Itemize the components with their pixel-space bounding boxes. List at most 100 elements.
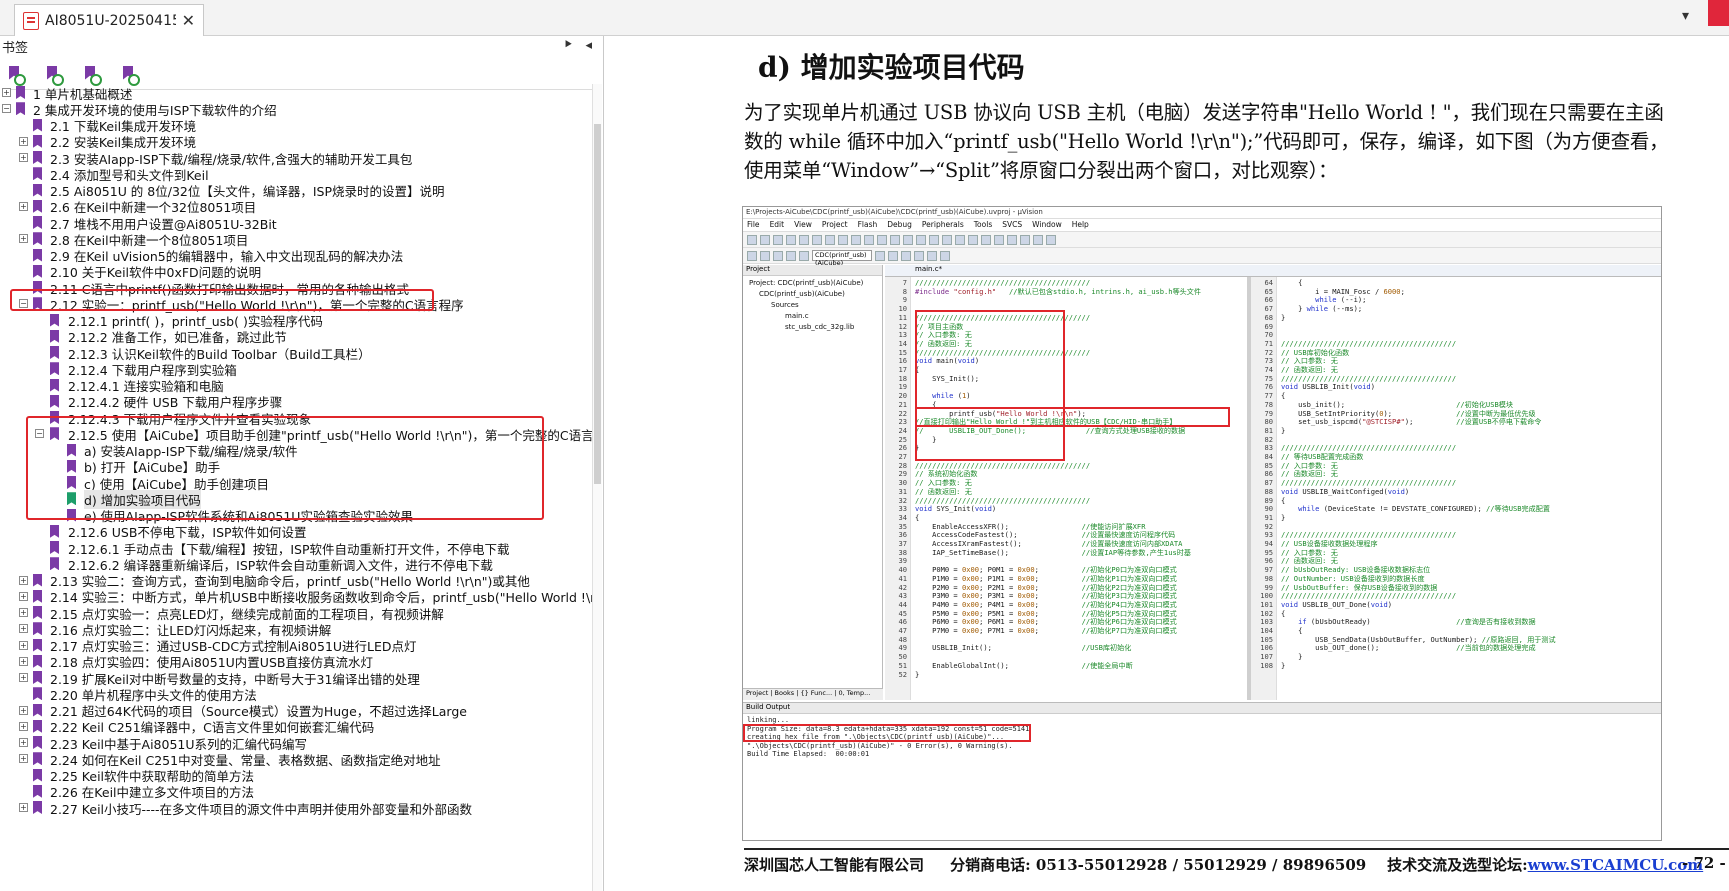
tab-bar: AI8051U-20250415.... ✕ ▾ bbox=[0, 0, 1729, 36]
expand-icon[interactable]: + bbox=[19, 640, 28, 650]
bookmark-icon bbox=[33, 183, 42, 197]
expand-icon[interactable]: + bbox=[19, 673, 28, 682]
annotation-highlight-box bbox=[26, 416, 544, 520]
footer-rule bbox=[744, 848, 1729, 850]
project-tree-item: main.c bbox=[785, 312, 809, 320]
bookmark-icon bbox=[50, 362, 59, 376]
project-tree-item: Sources bbox=[771, 301, 799, 309]
build-output-line: Build Time Elapsed: 00:00:01 bbox=[747, 750, 870, 758]
bookmark-icon bbox=[33, 248, 42, 262]
bookmark-label: 2.27 Keil小技巧----在多文件项目的源文件中声明并使用外部变量和外部函… bbox=[50, 801, 473, 817]
bookmark-delete-icon[interactable] bbox=[6, 66, 26, 86]
bookmark-icon bbox=[33, 801, 42, 814]
annotation-highlight-box bbox=[743, 724, 1031, 742]
code-line: void USBLIB_Init(void) bbox=[1281, 382, 1375, 392]
uvision-menu-item: Window bbox=[1032, 220, 1062, 229]
code-line: EnableGlobalInt(); //使能全局中断 bbox=[915, 660, 1133, 670]
bookmark-icon bbox=[33, 606, 42, 619]
bookmark-icon bbox=[50, 541, 59, 554]
bookmark-icon bbox=[50, 524, 59, 538]
expand-icon[interactable]: + bbox=[19, 591, 28, 601]
paragraph-line: 为了实现单片机通过 USB 协议向 USB 主机（电脑）发送字符串"Hello … bbox=[744, 101, 1664, 124]
footer-link[interactable]: www.STCAIMCU.com bbox=[1528, 856, 1704, 874]
bookmark-icon bbox=[33, 589, 42, 603]
code-line: #include "config.h" //默认已包含stdio.h, intr… bbox=[915, 286, 1201, 296]
bookmark-icon bbox=[50, 557, 59, 571]
section-heading: d) 增加实验项目代码 bbox=[758, 51, 1025, 84]
project-tree-item: stc_usb_cdc_32g.lib bbox=[785, 323, 855, 331]
project-pane-tabs: Project | Books | {} Func... | 0, Temp..… bbox=[743, 688, 883, 700]
bookmarks-title: 书签 bbox=[2, 41, 29, 56]
bookmark-add-icon[interactable] bbox=[44, 66, 64, 86]
build-output-header: Build Output bbox=[743, 703, 1661, 714]
close-tab-icon[interactable]: ✕ bbox=[182, 11, 195, 30]
collapse-icon[interactable]: − bbox=[2, 104, 11, 114]
paragraph-line: 数的 while 循环中加入“printf_usb("Hello World !… bbox=[744, 130, 1669, 153]
bookmarks-header: 书签 ⯈ ◂ bbox=[0, 36, 604, 58]
embedded-keil-screenshot: E:\Projects-AiCube\CDC(printf_usb)(AiCub… bbox=[742, 206, 1662, 841]
code-line: set_usb_ispcmd("@STCISP#"); //设置USB不停电下载… bbox=[1281, 417, 1542, 427]
bookmark-icon bbox=[33, 573, 42, 587]
scrollbar-thumb[interactable] bbox=[594, 124, 601, 484]
app-corner-button[interactable] bbox=[1708, 0, 1729, 26]
expand-icon[interactable]: + bbox=[19, 136, 28, 146]
uvision-menu-item: SVCS bbox=[1002, 220, 1023, 229]
expand-icon[interactable]: + bbox=[19, 721, 28, 731]
target-combo: CDC(printf_usb)(AiCube) bbox=[812, 250, 872, 267]
expand-icon[interactable]: + bbox=[19, 754, 28, 764]
bookmark-find-icon[interactable] bbox=[120, 66, 140, 86]
annotation-highlight-box bbox=[10, 289, 434, 311]
bookmark-icon bbox=[33, 784, 42, 798]
code-line: usb_OUT_done(); //当前包的数据处理完成 bbox=[1281, 643, 1536, 653]
expand-icon[interactable]: + bbox=[19, 201, 28, 211]
bookmark-item[interactable]: +2.27 Keil小技巧----在多文件项目的源文件中声明并使用外部变量和外部… bbox=[0, 799, 592, 817]
expand-icon[interactable]: + bbox=[2, 88, 11, 97]
bookmark-icon bbox=[33, 199, 42, 213]
pdf-reader-window: AI8051U-20250415.... ✕ ▾ 书签 ⯈ ◂ +1 单片机基础… bbox=[0, 0, 1729, 891]
tab-list-dropdown-icon[interactable]: ▾ bbox=[1682, 8, 1689, 24]
project-tree-item: Project: CDC(printf_usb)(AiCube) bbox=[749, 279, 864, 287]
code-line: IAP_SetTimeBase(); //设置IAP等待参数,产生1us时基 bbox=[915, 547, 1191, 557]
document-page: d) 增加实验项目代码 为了实现单片机通过 USB 协议向 USB 主机（电脑）… bbox=[620, 36, 1729, 891]
expand-icon[interactable]: + bbox=[19, 738, 28, 747]
expand-icon[interactable]: + bbox=[19, 656, 28, 666]
annotation-highlight-box bbox=[915, 407, 1230, 427]
bookmarks-scrollbar[interactable] bbox=[592, 84, 602, 891]
bookmark-icon bbox=[50, 394, 59, 408]
code-line: void USBLIB_WaitConfiged(void) bbox=[1281, 486, 1410, 496]
expand-icon[interactable]: + bbox=[19, 575, 28, 585]
bookmark-icon bbox=[33, 736, 42, 749]
expand-icon[interactable]: + bbox=[19, 624, 28, 634]
footer-company: 深圳国芯人工智能有限公司 bbox=[744, 856, 925, 874]
bookmark-icon bbox=[33, 687, 42, 701]
build-output-line: ".\Objects\CDC(printf_usb)(AiCube)" - 0 … bbox=[747, 741, 1013, 750]
code-line: } bbox=[1281, 512, 1286, 522]
expand-icon[interactable]: + bbox=[19, 803, 28, 812]
bookmark-expand-icon[interactable] bbox=[82, 66, 102, 86]
uvision-menu-item: Project bbox=[821, 220, 848, 229]
project-pane: Project Project: CDC(printf_usb)(AiCube)… bbox=[743, 265, 883, 700]
panel-collapse-controls[interactable]: ⯈ ◂ bbox=[563, 38, 596, 53]
expand-icon[interactable]: + bbox=[19, 234, 28, 244]
expand-icon[interactable]: + bbox=[19, 153, 28, 162]
document-tab[interactable]: AI8051U-20250415.... ✕ bbox=[14, 4, 204, 36]
expand-icon[interactable]: + bbox=[19, 705, 28, 715]
bookmark-icon bbox=[33, 134, 42, 148]
code-line: USBLIB_Init(); //USB库初始化 bbox=[915, 643, 1132, 653]
uvision-toolbar bbox=[743, 232, 1661, 248]
bookmark-icon bbox=[50, 329, 59, 343]
bookmark-icon bbox=[33, 703, 42, 717]
editor-pane-right: 64 {65 i = MAIN_Fosc / 6000; 66 while (--… bbox=[1251, 277, 1661, 700]
bookmark-icon bbox=[16, 86, 25, 99]
code-line: if (bUsbOutReady) //查询是否有接收到数据 bbox=[1298, 617, 1536, 627]
line-number: 108 bbox=[1260, 660, 1273, 670]
page-number: - 72 - bbox=[1682, 854, 1726, 872]
bookmark-icon bbox=[33, 167, 42, 181]
expand-icon[interactable]: + bbox=[19, 608, 28, 617]
footer-forum: 技术交流及选型论坛: bbox=[1387, 856, 1528, 874]
code-line: } bbox=[1281, 312, 1286, 322]
footer-phone: 分销商电话: 0513-55012928 / 55012929 / 898965… bbox=[950, 856, 1367, 874]
project-pane-header: Project bbox=[743, 265, 882, 276]
uvision-menu-item: Peripherals bbox=[921, 220, 964, 229]
bookmark-icon bbox=[33, 719, 42, 733]
